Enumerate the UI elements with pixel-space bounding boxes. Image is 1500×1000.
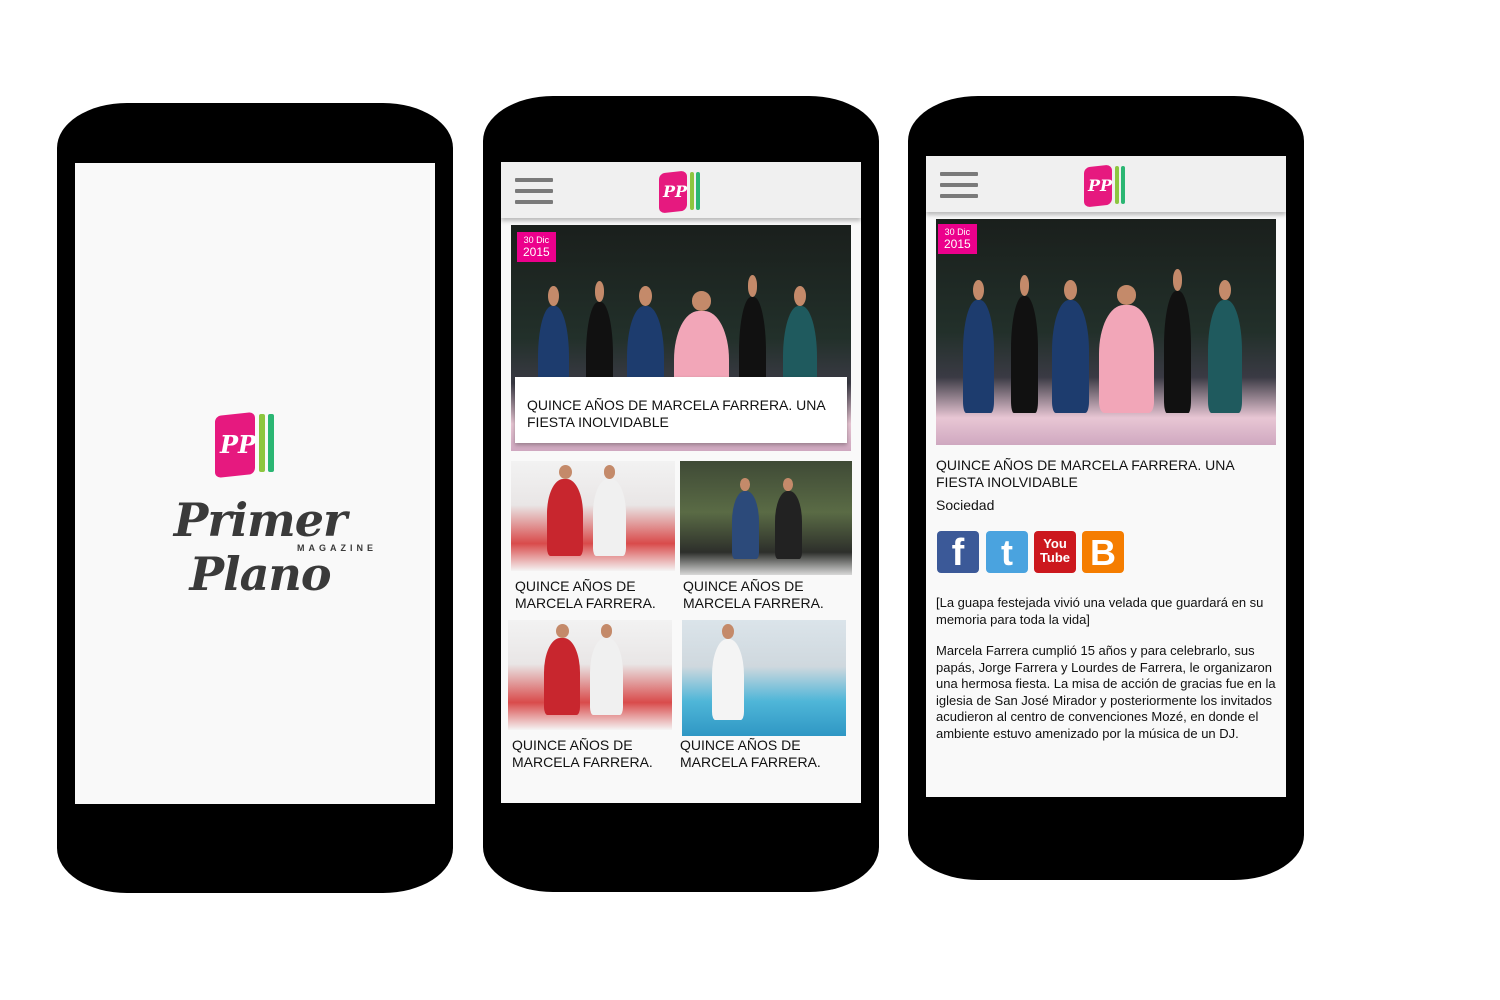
facebook-icon[interactable]: f <box>937 531 979 574</box>
card-photo[interactable] <box>508 620 672 730</box>
card-photo[interactable] <box>511 461 675 571</box>
twitter-icon[interactable]: t <box>986 531 1028 573</box>
app-logo-icon: PP <box>215 408 275 479</box>
card-title[interactable]: QUINCE AÑOS DE MARCELA FARRERA. <box>512 737 662 771</box>
splash-screen: PP Primer Plano MAGAZINE <box>75 163 435 804</box>
article-title: QUINCE AÑOS DE MARCELA FARRERA. UNA FIES… <box>936 457 1234 490</box>
article-screen: PP 30 Dic 2015 QUINCE AÑOS DE MARCELA FA… <box>926 156 1286 797</box>
header-logo-icon[interactable]: PP <box>1084 162 1134 210</box>
youtube-icon[interactable]: You Tube <box>1034 531 1076 573</box>
hamburger-icon[interactable] <box>515 178 553 204</box>
card-photo[interactable] <box>682 620 846 736</box>
card-title[interactable]: QUINCE AÑOS DE MARCELA FARRERA. <box>515 578 665 612</box>
article-lead: [La guapa festejada vivió una velada que… <box>936 595 1264 627</box>
hero-title-card[interactable]: QUINCE AÑOS DE MARCELA FARRERA. UNA FIES… <box>515 377 847 443</box>
article-body: Marcela Farrera cumplió 15 años y para c… <box>936 643 1276 741</box>
app-header: PP <box>926 156 1286 212</box>
hamburger-icon[interactable] <box>940 172 978 198</box>
article-photo <box>936 219 1276 445</box>
hero-title: QUINCE AÑOS DE MARCELA FARRERA. UNA FIES… <box>527 397 825 430</box>
card-title[interactable]: QUINCE AÑOS DE MARCELA FARRERA. <box>680 737 830 771</box>
date-badge: 30 Dic 2015 <box>517 232 556 262</box>
app-header: PP <box>501 162 861 218</box>
header-logo-icon[interactable]: PP <box>659 168 709 216</box>
blogger-icon[interactable]: B <box>1082 531 1124 573</box>
feed-screen: PP 30 Dic 2015 QUINCE AÑOS DE MARCELA FA… <box>501 162 861 803</box>
card-title[interactable]: QUINCE AÑOS DE MARCELA FARRERA. <box>683 578 833 612</box>
brand-subtitle: MAGAZINE <box>297 543 377 553</box>
card-photo[interactable] <box>680 461 852 575</box>
article-category[interactable]: Sociedad <box>936 497 994 513</box>
date-badge: 30 Dic 2015 <box>938 224 977 254</box>
